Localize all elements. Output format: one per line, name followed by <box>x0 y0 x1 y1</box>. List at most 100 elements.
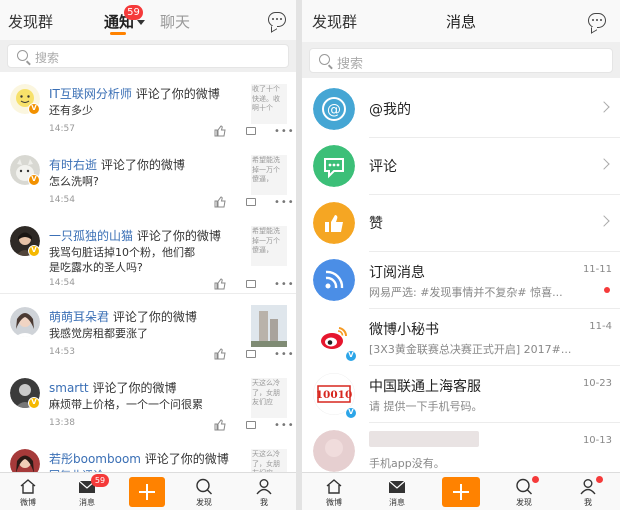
comment-icon[interactable] <box>246 350 256 358</box>
list-item-mentions[interactable]: @ @我的 <box>302 81 620 138</box>
rss-icon <box>313 259 355 301</box>
unread-dot <box>532 476 539 483</box>
chat-bubble-icon[interactable] <box>588 13 606 28</box>
comment-text: 我感觉房租都要涨了 <box>49 327 148 340</box>
chevron-down-icon <box>137 20 146 25</box>
list-item-unicom-service[interactable]: 10010 V 中国联通上海客服 请 提供一下手机号码。 10-23 <box>302 366 620 423</box>
messages-count-badge: 59 <box>91 474 109 487</box>
search-placeholder: 搜索 <box>337 57 364 72</box>
more-icon[interactable]: ••• <box>274 421 295 431</box>
like-icon[interactable] <box>214 278 226 290</box>
row-actions: ••• <box>212 419 295 433</box>
notification-title: 若彤boomboom 评论了你的微博 <box>49 450 229 467</box>
discover-search-icon <box>196 478 212 495</box>
thumbs-up-icon <box>313 202 355 244</box>
like-icon[interactable] <box>214 196 226 208</box>
verified-badge: V <box>28 103 40 115</box>
like-icon[interactable] <box>214 348 226 360</box>
more-icon[interactable]: ••• <box>274 127 295 137</box>
tab-me[interactable]: 我 <box>568 476 608 510</box>
like-icon[interactable] <box>214 419 226 431</box>
comment-icon[interactable] <box>246 280 256 288</box>
discover-group-link[interactable]: 发现群 <box>8 11 53 32</box>
comment-icon[interactable] <box>246 127 256 135</box>
more-icon[interactable]: ••• <box>274 350 295 360</box>
search-bar: 搜索 <box>302 42 620 78</box>
chat-bubble-icon[interactable] <box>268 12 286 27</box>
item-title: 评论 <box>369 159 397 175</box>
notification-title: 有时右逝 评论了你的微博 <box>49 156 185 173</box>
comment-icon[interactable] <box>246 421 256 429</box>
item-title: @我的 <box>369 102 411 118</box>
tab-chat[interactable]: 聊天 <box>160 11 190 32</box>
list-item-weibo-secretary[interactable]: V 微博小秘书 [3X3黄金联赛总决赛正式开启] 2017#... 11-4 <box>302 309 620 366</box>
timestamp: 14:57 <box>49 124 75 134</box>
unread-dot <box>604 287 610 293</box>
home-icon <box>326 479 342 494</box>
item-preview: 请 提供一下手机号码。 <box>369 400 483 413</box>
username-link[interactable]: 一只孤独的山猫 <box>49 229 133 243</box>
notification-row[interactable]: V IT互联网分析师 评论了你的微博 还有多少 14:57 收了十个快递。收啊十… <box>0 72 296 144</box>
tab-home-label: 微博 <box>326 498 342 507</box>
notification-row[interactable]: V 有时右逝 评论了你的微博 怎么洗啊? 14:54 希望能洗掉一万个傻逼， •… <box>0 143 296 215</box>
list-item-subscriptions[interactable]: 订阅消息 网易严选: #发现事情并不复杂# 惊喜... 11-11 <box>302 252 620 309</box>
notification-row[interactable]: V 一只孤独的山猫 评论了你的微博 我骂句脏话掉10个粉，他们都是吃露水的圣人吗… <box>0 214 296 294</box>
notification-title: smartt 评论了你的微博 <box>49 379 176 396</box>
verified-badge: V <box>28 245 40 257</box>
post-thumbnail[interactable] <box>251 305 287 347</box>
notification-title: 萌萌耳朵君 评论了你的微博 <box>49 308 197 325</box>
tab-messages[interactable]: 59 消息 <box>67 474 109 510</box>
item-title: 中国联通上海客服 <box>369 379 481 395</box>
comment-text: 我骂句脏话掉10个粉，他们都是吃露水的圣人吗? <box>49 246 195 274</box>
tab-discover[interactable]: 发现 <box>184 476 224 510</box>
action-text: 评论了你的微博 <box>131 87 220 101</box>
home-icon <box>20 479 36 494</box>
item-title: 微博小秘书 <box>369 322 439 338</box>
more-icon[interactable]: ••• <box>274 280 295 290</box>
blurred-name <box>369 431 479 447</box>
tab-messages[interactable]: 消息 <box>377 476 417 510</box>
item-time: 11-11 <box>582 264 612 275</box>
list-item-likes[interactable]: 赞 <box>302 195 620 252</box>
tab-home-label: 微博 <box>20 498 36 507</box>
row-actions: ••• <box>212 196 295 210</box>
list-item-comments[interactable]: 评论 <box>302 138 620 195</box>
tab-discover-label: 发现 <box>516 498 532 507</box>
discover-search-icon <box>516 478 532 495</box>
original-post-preview[interactable]: 天这么冷了，女朋友们应 <box>251 378 287 418</box>
bottom-tab-bar: 微博 59 消息 发现 我 <box>0 472 296 510</box>
compose-button[interactable] <box>129 477 165 507</box>
tab-me-label: 我 <box>584 498 592 507</box>
tab-messages-label: 消息 <box>389 498 405 507</box>
username-link[interactable]: 有时右逝 <box>49 158 97 172</box>
chevron-right-icon <box>598 215 610 227</box>
notification-row[interactable]: 萌萌耳朵君 评论了你的微博 我感觉房租都要涨了 14:53 ••• <box>0 295 296 367</box>
comment-text: 怎么洗啊? <box>49 175 99 188</box>
original-post-preview[interactable]: 收了十个快递。收啊十个 <box>251 84 287 124</box>
username-link[interactable]: IT互联网分析师 <box>49 87 132 101</box>
like-icon[interactable] <box>214 125 226 137</box>
tab-home[interactable]: 微博 <box>8 476 48 510</box>
tab-discover-label: 发现 <box>196 498 212 507</box>
original-post-preview[interactable]: 希望能洗掉一万个傻逼， <box>251 155 287 195</box>
tab-discover[interactable]: 发现 <box>504 476 544 510</box>
compose-button[interactable] <box>442 477 480 507</box>
unicom-logo-text: 10010 <box>316 389 353 401</box>
more-icon[interactable]: ••• <box>274 198 295 208</box>
item-preview: [3X3黄金联赛总决赛正式开启] 2017#... <box>369 343 572 356</box>
tab-me[interactable]: 我 <box>244 476 284 510</box>
search-input[interactable]: 搜索 <box>7 44 289 68</box>
tab-home[interactable]: 微博 <box>314 476 354 510</box>
search-input[interactable]: 搜索 <box>309 48 613 73</box>
comment-icon[interactable] <box>246 198 256 206</box>
original-post-preview[interactable]: 希望能洗掉一万个傻逼， <box>251 226 287 266</box>
tab-messages-label: 消息 <box>79 498 95 507</box>
username-link[interactable]: 萌萌耳朵君 <box>49 310 109 324</box>
username-link[interactable]: smartt <box>49 381 89 395</box>
row-actions: ••• <box>212 278 295 292</box>
notification-row[interactable]: V smartt 评论了你的微博 麻烦带上价格，一个一个问很累 13:38 天这… <box>0 366 296 438</box>
search-icon <box>319 54 330 65</box>
avatar[interactable] <box>10 307 40 337</box>
page-title: 消息 <box>445 13 476 31</box>
username-link[interactable]: 若彤boomboom <box>49 452 141 466</box>
